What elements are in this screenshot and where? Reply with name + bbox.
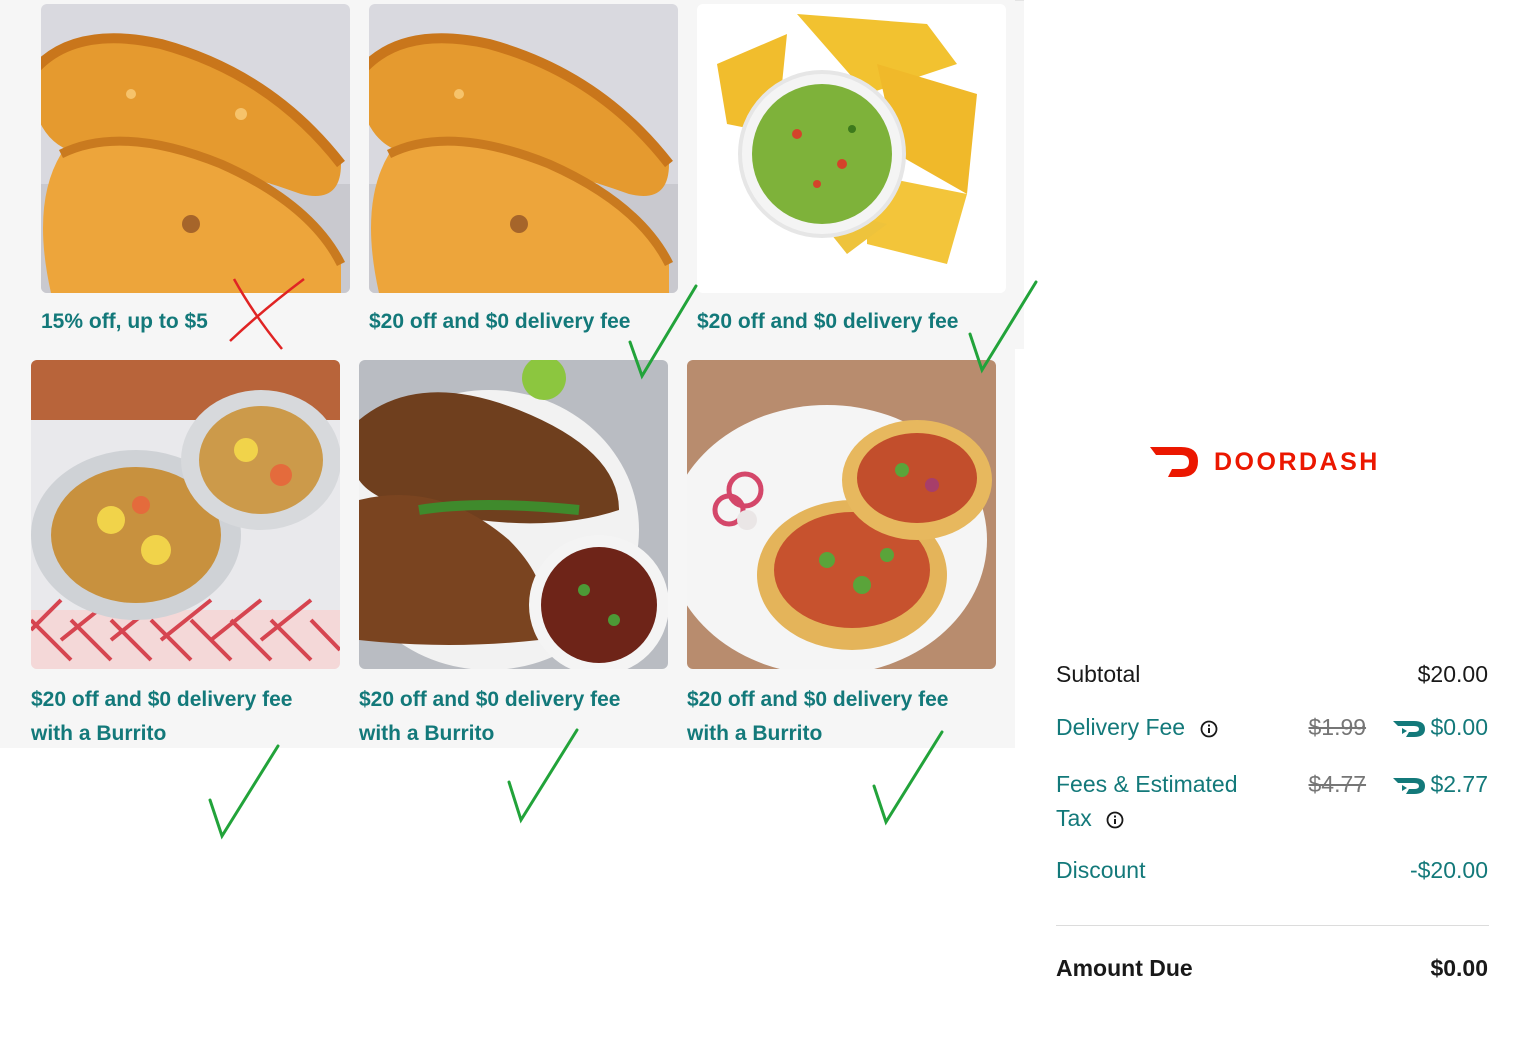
offer-6-line2: with a Burrito xyxy=(687,722,823,745)
fees-label-line1: Fees & Estimated xyxy=(1056,771,1238,797)
offer-label-1: 15% off, up to $5 xyxy=(41,305,208,339)
offer-3-line1: $20 off and $0 delivery fee xyxy=(697,310,959,333)
delivery-fee-original: $1.99 xyxy=(1308,714,1367,740)
tacos-image[interactable] xyxy=(687,360,996,669)
offer-label-3: $20 off and $0 delivery fee xyxy=(697,305,958,339)
empanadas-image[interactable] xyxy=(369,4,678,293)
offer-6-line1: $20 off and $0 delivery fee xyxy=(687,688,949,711)
discount-value: -$20.00 xyxy=(1409,857,1488,883)
fees-value: $2.77 xyxy=(1430,771,1488,797)
offer-1-line1: 15% off, up to $5 xyxy=(41,310,208,333)
subtotal-label: Subtotal xyxy=(1056,661,1141,687)
green-check-mark xyxy=(208,744,280,840)
doordash-logo: DOORDASH xyxy=(1148,444,1380,480)
offer-label-2: $20 off and $0 delivery fee xyxy=(369,305,630,339)
doordash-logo-icon xyxy=(1150,447,1198,477)
fees-tax-row: Fees & Estimated Tax $4.77 $2.77 xyxy=(1056,770,1488,840)
offer-5-line2: with a Burrito xyxy=(359,722,495,745)
summary-divider xyxy=(1056,925,1489,926)
info-icon[interactable] xyxy=(1200,720,1218,738)
offer-4-line2: with a Burrito xyxy=(31,722,167,745)
amount-due-label: Amount Due xyxy=(1056,955,1193,981)
discount-label: Discount xyxy=(1056,857,1146,883)
offer-2-line1: $20 off and $0 delivery fee xyxy=(369,310,631,333)
dashpass-icon xyxy=(1393,777,1426,794)
info-icon[interactable] xyxy=(1106,811,1124,829)
delivery-fee-label: Delivery Fee xyxy=(1056,714,1186,740)
offer-label-4: $20 off and $0 delivery fee with a Burri… xyxy=(31,683,292,751)
fees-original: $4.77 xyxy=(1308,771,1367,797)
dashpass-icon xyxy=(1393,720,1426,737)
burrito-image[interactable] xyxy=(31,360,340,669)
amount-due-value: $0.00 xyxy=(1430,955,1488,981)
delivery-fee-value: $0.00 xyxy=(1430,714,1488,740)
doordash-wordmark: DOORDASH xyxy=(1214,447,1380,476)
offer-5-line1: $20 off and $0 delivery fee xyxy=(359,688,621,711)
fees-label-line2: Tax xyxy=(1056,805,1092,831)
birria-tacos-image[interactable] xyxy=(359,360,668,669)
offer-4-line1: $20 off and $0 delivery fee xyxy=(31,688,293,711)
empanadas-image[interactable] xyxy=(41,4,350,293)
subtotal-value: $20.00 xyxy=(1417,661,1488,687)
offer-label-5: $20 off and $0 delivery fee with a Burri… xyxy=(359,683,620,751)
offer-label-6: $20 off and $0 delivery fee with a Burri… xyxy=(687,683,948,751)
guacamole-chips-image[interactable] xyxy=(697,4,1006,293)
